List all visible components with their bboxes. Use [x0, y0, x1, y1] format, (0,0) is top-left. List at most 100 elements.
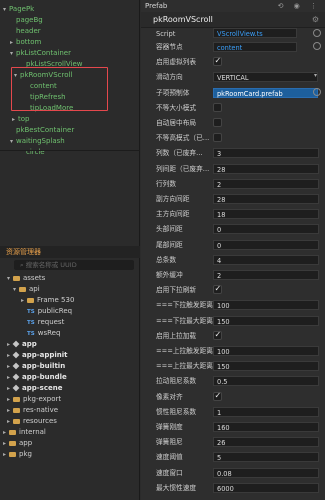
asset-item[interactable]: ▸ Frame 530: [21, 295, 74, 306]
prop-label: 容器节点: [156, 43, 183, 51]
prop-checkbox[interactable]: [213, 330, 222, 340]
prop-label: 自动居中布局: [156, 119, 197, 127]
hierarchy-node[interactable]: ▾ waitingSplash: [10, 136, 65, 147]
asset-item[interactable]: ▸ app-scene: [7, 383, 62, 394]
prop-number-input[interactable]: 18: [213, 209, 319, 220]
prop-number-input[interactable]: 26: [213, 437, 319, 448]
folder-icon: [13, 275, 20, 281]
hierarchy-node[interactable]: pageBg: [10, 15, 43, 26]
prop-number-input[interactable]: 0.08: [213, 467, 319, 478]
bundle-icon: [12, 373, 20, 381]
prop-checkbox[interactable]: [213, 133, 222, 143]
asset-item-label: resources: [23, 417, 57, 425]
prop-row: 副方向间距 28: [141, 193, 325, 205]
assets-search-input[interactable]: ⌕ 搜索名称或 UUID: [14, 260, 134, 270]
prop-checkbox[interactable]: [213, 391, 222, 401]
component-title[interactable]: pkRoomVScroll ⚙: [141, 12, 325, 28]
asset-item[interactable]: ▸ resources: [7, 416, 57, 427]
prop-number-input[interactable]: 150: [213, 315, 319, 326]
folder-icon: [13, 407, 20, 413]
hierarchy-node[interactable]: ▸ bottom: [10, 37, 41, 48]
hierarchy-node[interactable]: header: [10, 26, 41, 37]
expand-arrow-icon[interactable]: ▸: [7, 372, 13, 383]
asset-item[interactable]: ▸ pkg-export: [7, 394, 61, 405]
inspector-panel: Prefab ⟲ ◉ ⋮ pkRoomVScroll ⚙ Script VScr…: [141, 0, 325, 500]
assets-panel-header[interactable]: 资源管理器: [0, 246, 140, 258]
target-icon[interactable]: [313, 29, 321, 37]
asset-item[interactable]: ▾ api: [13, 284, 40, 295]
prop-number-input[interactable]: 1: [213, 406, 319, 417]
prop-number-input[interactable]: 150: [213, 361, 319, 372]
settings-icon[interactable]: ⚙: [312, 12, 319, 28]
prop-label: 弹簧阻尼: [156, 438, 183, 447]
asset-item[interactable]: ▸ internal: [3, 427, 46, 438]
asset-item[interactable]: TS publicReq: [21, 306, 72, 317]
hierarchy-node[interactable]: ▾ PagePk: [3, 4, 34, 15]
asset-item-label: publicReq: [37, 307, 73, 315]
prop-select[interactable]: VERTICAL: [213, 72, 318, 83]
prop-number-input[interactable]: 4: [213, 254, 319, 265]
prop-label: 不等大小模式: [156, 103, 197, 112]
prop-number-input[interactable]: 5: [213, 452, 319, 463]
asset-item-label: app-scene: [22, 384, 63, 392]
prop-number-input[interactable]: 28: [213, 163, 319, 174]
asset-item-label: app: [22, 340, 37, 348]
prop-field[interactable]: content: [213, 42, 297, 52]
asset-item[interactable]: ▸ app: [3, 438, 32, 449]
expand-arrow-icon[interactable]: ▸: [7, 339, 13, 350]
prop-row: 启用下拉刷新: [141, 284, 325, 296]
asset-item-label: app-appinit: [22, 351, 68, 359]
asset-item[interactable]: ▸ app-bundle: [7, 372, 67, 383]
prop-label: 启用下拉刷新: [156, 286, 197, 295]
prop-number-input[interactable]: 2: [213, 270, 319, 280]
prop-checkbox[interactable]: [213, 118, 222, 127]
expand-arrow-icon[interactable]: ▸: [7, 361, 13, 372]
prop-label: 滑动方向: [156, 73, 183, 82]
folder-icon: [13, 418, 20, 424]
asset-item[interactable]: TS request: [21, 317, 64, 328]
asset-item[interactable]: TS wsReq: [21, 328, 60, 339]
chevron-down-icon[interactable]: ▾: [314, 72, 317, 79]
prop-row: 尾部间距 0: [141, 239, 325, 251]
asset-item[interactable]: ▸ app-builtin: [7, 361, 65, 372]
prop-label: 启用上拉加载: [156, 331, 197, 340]
asset-item-label: res-native: [23, 406, 59, 414]
prop-number-input[interactable]: 6000: [213, 482, 319, 493]
prop-number-input[interactable]: 0.5: [213, 376, 319, 387]
prefab-label: Prefab: [145, 2, 168, 10]
prop-number-input[interactable]: 0: [213, 224, 319, 235]
prop-label: ===上拉触发距离: [156, 347, 213, 355]
asset-item[interactable]: ▸ app: [7, 339, 37, 350]
expand-arrow-icon[interactable]: ▸: [7, 383, 13, 394]
script-field[interactable]: VScrollView.ts: [213, 28, 297, 38]
asset-item[interactable]: ▸ app-appinit: [7, 350, 68, 361]
prop-row: 头部间距 0: [141, 223, 325, 235]
target-icon[interactable]: [313, 42, 321, 50]
asset-item-label: pkg: [19, 450, 32, 458]
prop-checkbox[interactable]: [213, 102, 222, 112]
prop-row: 弹簧阻尼 26: [141, 436, 325, 448]
hierarchy-node[interactable]: circle: [20, 147, 45, 158]
prop-number-input[interactable]: 160: [213, 422, 319, 432]
hierarchy-node[interactable]: ▾ pkListContainer: [10, 48, 71, 59]
inspector-toolbar-icons[interactable]: ⟲ ◉ ⋮: [278, 2, 321, 10]
prop-number-input[interactable]: 28: [213, 194, 319, 204]
folder-icon: [9, 451, 16, 457]
prop-number-input[interactable]: 0: [213, 239, 319, 250]
expand-arrow-icon[interactable]: ▸: [7, 350, 13, 361]
prop-field[interactable]: pkRoomCard.prefab: [213, 87, 318, 98]
asset-item[interactable]: ▸ res-native: [7, 405, 58, 416]
prop-checkbox[interactable]: [213, 56, 222, 67]
prop-number-input[interactable]: 2: [213, 178, 319, 189]
target-icon[interactable]: [313, 87, 321, 96]
prop-number-input[interactable]: 100: [213, 346, 319, 356]
asset-item[interactable]: ▾ assets: [7, 273, 45, 284]
bundle-icon: [12, 362, 20, 370]
prop-checkbox[interactable]: [213, 284, 222, 295]
asset-item[interactable]: ▸ pkg: [3, 449, 32, 460]
prop-number-input[interactable]: 3: [213, 148, 319, 159]
prop-number-input[interactable]: 100: [213, 300, 319, 311]
hierarchy-node[interactable]: ▸ top: [12, 114, 29, 125]
component-title-label: pkRoomVScroll: [153, 15, 213, 24]
hierarchy-node[interactable]: pkBestContainer: [10, 125, 74, 136]
